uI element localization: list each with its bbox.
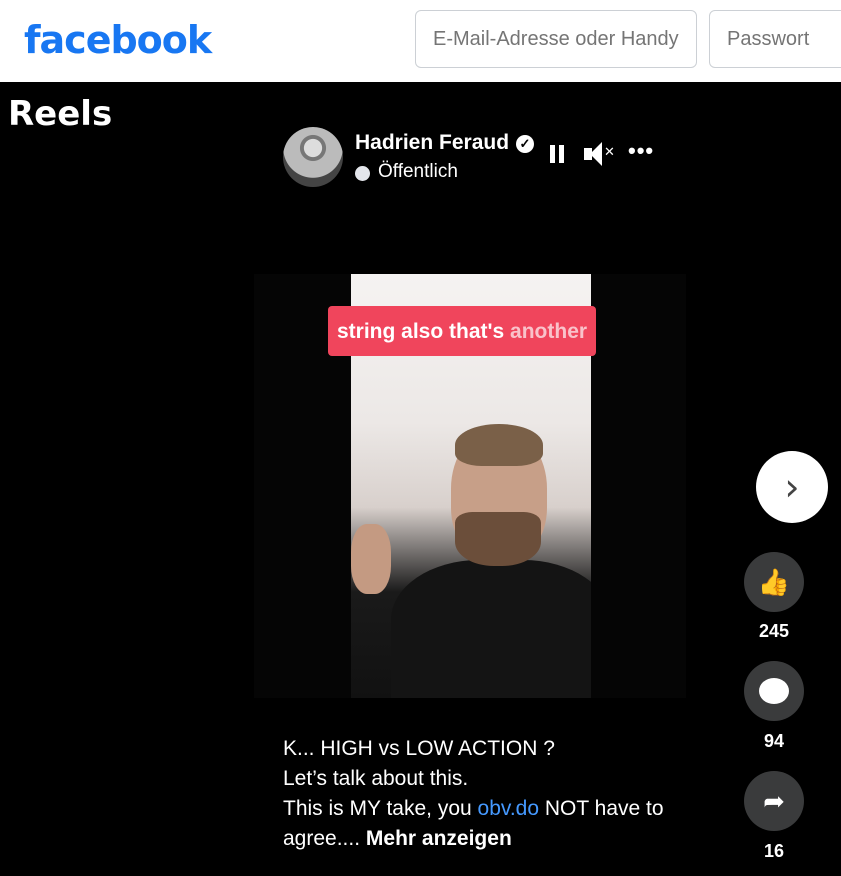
comment-icon: [759, 678, 789, 704]
person-figure: [391, 560, 591, 698]
share-count: 16: [763, 841, 785, 861]
video-caption: string also that's another: [328, 306, 597, 356]
page-title: Reels: [8, 94, 113, 134]
like-button[interactable]: 👍: [744, 552, 804, 612]
password-input[interactable]: [709, 10, 841, 68]
author-name[interactable]: Hadrien Feraud: [355, 131, 509, 155]
share-icon: ➦: [763, 785, 785, 816]
author-avatar[interactable]: [283, 127, 343, 187]
comment-button[interactable]: [744, 661, 804, 721]
verified-badge-icon: ✓: [516, 135, 534, 153]
show-more-link[interactable]: Mehr anzeigen: [366, 827, 512, 850]
facebook-logo[interactable]: facebook: [24, 18, 212, 62]
share-button[interactable]: ➦: [744, 771, 804, 831]
thumbs-up-icon: 👍: [757, 566, 791, 597]
hashtag-link[interactable]: obv.do: [478, 797, 540, 820]
next-reel-button[interactable]: ›: [756, 451, 828, 523]
like-count: 245: [758, 621, 790, 641]
comment-count: 94: [763, 731, 785, 751]
reel-description: K... HIGH vs LOW ACTION ? Let’s talk abo…: [283, 737, 664, 850]
pause-icon[interactable]: [547, 143, 567, 165]
top-bar: facebook: [0, 0, 841, 82]
mute-icon[interactable]: ✕: [582, 140, 616, 168]
globe-icon: [355, 166, 370, 181]
visibility-label: Öffentlich: [378, 161, 458, 182]
email-input[interactable]: [415, 10, 697, 68]
more-options-icon[interactable]: •••: [628, 138, 654, 164]
